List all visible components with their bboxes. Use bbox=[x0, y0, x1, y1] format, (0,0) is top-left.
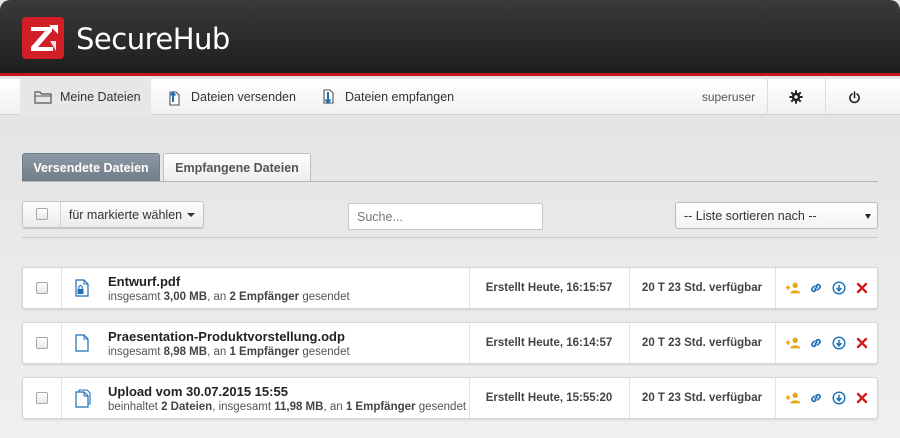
delete-icon[interactable] bbox=[854, 390, 870, 406]
file-size: 8,98 MB bbox=[163, 346, 208, 358]
file-size: 3,00 MB bbox=[163, 291, 208, 303]
bulk-action-dropdown[interactable]: für markierte wählen bbox=[61, 202, 203, 227]
tab-empfangene-dateien[interactable]: Empfangene Dateien bbox=[163, 153, 311, 181]
availability: 20 T 23 Std. verfügbar bbox=[641, 282, 763, 294]
file-description: insgesamt 8,98 MB, an 1 Empfänger gesend… bbox=[108, 346, 350, 358]
recipient-count: 2 Empfänger bbox=[229, 291, 300, 303]
tab-divider bbox=[22, 181, 878, 182]
sort-select[interactable]: -- Liste sortieren nach -- bbox=[675, 202, 878, 229]
app-header: SecureHub bbox=[0, 0, 900, 76]
files-icon bbox=[75, 389, 91, 408]
app-title: SecureHub bbox=[76, 22, 230, 56]
user-name[interactable]: superuser bbox=[690, 79, 767, 115]
main-navbar: Meine Dateien Dateien versenden Dateien … bbox=[0, 79, 900, 115]
delete-icon[interactable] bbox=[854, 335, 870, 351]
tab-versendete-dateien[interactable]: Versendete Dateien bbox=[22, 153, 160, 181]
row-checkbox[interactable] bbox=[36, 392, 48, 404]
cell-divider bbox=[61, 378, 62, 418]
file-name[interactable]: Upload vom 30.07.2015 15:55 bbox=[108, 384, 288, 399]
sort-select-label: -- Liste sortieren nach -- bbox=[684, 208, 817, 223]
add-recipient-icon[interactable] bbox=[785, 280, 801, 296]
gear-icon bbox=[789, 90, 803, 104]
created-time: Erstellt Heute, 16:15:57 bbox=[485, 282, 613, 294]
select-all-area bbox=[23, 202, 61, 227]
list-divider bbox=[22, 237, 878, 238]
created-time: Erstellt Heute, 16:14:57 bbox=[485, 337, 613, 349]
recipient-count: 1 Empfänger bbox=[345, 401, 416, 413]
logout-button[interactable] bbox=[825, 79, 883, 115]
file-count: 2 Dateien bbox=[161, 401, 213, 413]
folder-icon bbox=[34, 91, 52, 104]
add-recipient-icon[interactable] bbox=[785, 335, 801, 351]
file-name[interactable]: Praesentation-Produktvorstellung.odp bbox=[108, 329, 345, 344]
caret-down-icon bbox=[865, 214, 871, 219]
main-content: Versendete Dateien Empfangene Dateien fü… bbox=[0, 116, 900, 438]
delete-icon[interactable] bbox=[854, 280, 870, 296]
locked-file-icon bbox=[75, 279, 89, 297]
recipient-count: 1 Empfänger bbox=[229, 346, 300, 358]
link-icon[interactable] bbox=[808, 280, 824, 296]
availability: 20 T 23 Std. verfügbar bbox=[641, 337, 763, 349]
select-all-checkbox[interactable] bbox=[36, 208, 48, 220]
file-size: 11,98 MB bbox=[274, 401, 324, 413]
nav-label: Dateien empfangen bbox=[345, 90, 455, 104]
nav-item-meine-dateien[interactable]: Meine Dateien bbox=[20, 79, 151, 115]
securehub-logo-icon[interactable] bbox=[22, 17, 64, 59]
add-recipient-icon[interactable] bbox=[785, 390, 801, 406]
nav-item-dateien-empfangen[interactable]: Dateien empfangen bbox=[321, 79, 454, 115]
nav-label: Meine Dateien bbox=[60, 90, 141, 104]
cell-divider bbox=[61, 268, 62, 308]
file-description: beinhaltet 2 Dateien, insgesamt 11,98 MB… bbox=[108, 401, 467, 413]
link-icon[interactable] bbox=[808, 335, 824, 351]
file-row[interactable]: Entwurf.pdf insgesamt 3,00 MB, an 2 Empf… bbox=[22, 267, 878, 309]
file-row[interactable]: Upload vom 30.07.2015 15:55 beinhaltet 2… bbox=[22, 377, 878, 419]
download-file-icon bbox=[323, 88, 334, 104]
cell-divider bbox=[61, 323, 62, 363]
file-name[interactable]: Entwurf.pdf bbox=[108, 274, 180, 289]
file-row[interactable]: Praesentation-Produktvorstellung.odp ins… bbox=[22, 322, 878, 364]
power-icon bbox=[848, 90, 860, 103]
file-description: insgesamt 3,00 MB, an 2 Empfänger gesend… bbox=[108, 291, 350, 303]
row-actions bbox=[775, 268, 879, 308]
download-icon[interactable] bbox=[831, 335, 847, 351]
created-time: Erstellt Heute, 15:55:20 bbox=[485, 392, 613, 404]
search-input[interactable] bbox=[348, 203, 543, 230]
bulk-action-label: für markierte wählen bbox=[68, 207, 183, 222]
link-icon[interactable] bbox=[808, 390, 824, 406]
row-actions bbox=[775, 378, 879, 418]
upload-file-icon bbox=[169, 90, 180, 106]
nav-item-dateien-versenden[interactable]: Dateien versenden bbox=[167, 79, 296, 115]
row-checkbox[interactable] bbox=[36, 337, 48, 349]
row-actions bbox=[775, 323, 879, 363]
availability: 20 T 23 Std. verfügbar bbox=[641, 392, 763, 404]
row-checkbox[interactable] bbox=[36, 282, 48, 294]
file-icon bbox=[75, 334, 89, 352]
nav-label: Dateien versenden bbox=[191, 90, 296, 104]
settings-button[interactable] bbox=[767, 79, 825, 115]
bulk-action-button[interactable]: für markierte wählen bbox=[22, 201, 204, 228]
caret-down-icon bbox=[187, 212, 196, 217]
download-icon[interactable] bbox=[831, 280, 847, 296]
download-icon[interactable] bbox=[831, 390, 847, 406]
